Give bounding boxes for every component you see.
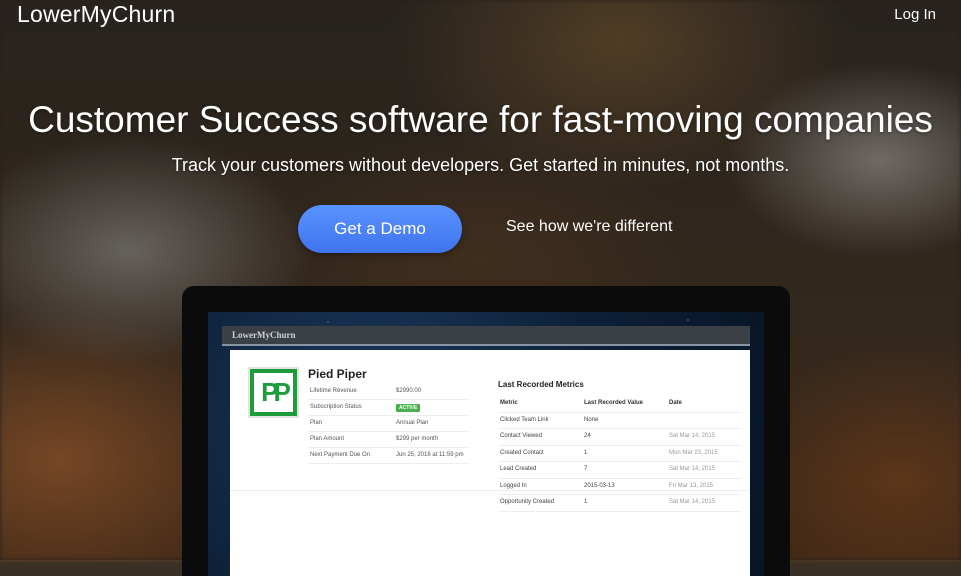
metric-name: Opportunity Created xyxy=(500,499,555,505)
info-value: $2990.00 xyxy=(396,388,422,394)
get-demo-button[interactable]: Get a Demo xyxy=(298,205,462,253)
metric-date: Sat Mar 14, 2015 xyxy=(669,499,716,505)
metric-date: Sat Mar 14, 2015 xyxy=(669,466,716,472)
metric-date: Sat Mar 14, 2015 xyxy=(669,433,716,439)
info-value: Annual Plan xyxy=(396,420,429,426)
app-divider xyxy=(222,344,750,346)
company-name: Pied Piper xyxy=(308,367,367,381)
status-value: ACTIVE xyxy=(396,404,421,412)
table-row: Opportunity Created 1 Sat Mar 14, 2015 xyxy=(498,495,742,512)
info-label: Plan xyxy=(310,420,323,426)
info-row: Plan Annual Plan xyxy=(308,416,470,432)
table-row: Clicked Team Link None xyxy=(498,413,742,429)
login-link[interactable]: Log In xyxy=(894,6,936,23)
metric-value: 2015-03-13 xyxy=(584,482,615,489)
how-different-link[interactable]: See how we're different xyxy=(506,218,672,236)
info-row: Next Payment Due On Jun 25, 2016 at 11:5… xyxy=(308,448,470,464)
hero-title: Customer Success software for fast-movin… xyxy=(28,99,933,140)
metric-name: Logged In xyxy=(500,482,527,489)
info-label: Lifetime Revenue xyxy=(310,388,357,394)
metrics-title: Last Recorded Metrics xyxy=(498,380,584,389)
company-logo: PP xyxy=(248,367,299,418)
laptop-screen: LowerMyChurn PP Pied Piper Lifetime Reve… xyxy=(208,312,764,576)
column-header: Metric xyxy=(500,400,518,406)
metric-date: Fri Mar 13, 2015 xyxy=(669,482,714,489)
laptop-frame: LowerMyChurn PP Pied Piper Lifetime Reve… xyxy=(182,286,790,576)
top-bar: LowerMyChurn Log In xyxy=(0,0,961,34)
metrics-header-row: Metric Last Recorded Value Date xyxy=(498,396,742,413)
app-title-bar: LowerMyChurn xyxy=(222,326,750,344)
table-row: Logged In 2015-03-13 Fri Mar 13, 2015 xyxy=(498,479,742,495)
metric-value: 7 xyxy=(584,466,588,472)
info-row: Lifetime Revenue $2990.00 xyxy=(308,384,470,400)
column-header: Last Recorded Value xyxy=(584,400,644,406)
customer-panel: PP Pied Piper Lifetime Revenue $2990.00 … xyxy=(230,350,750,576)
info-label: Next Payment Due On xyxy=(310,452,371,458)
customer-info-list: Lifetime Revenue $2990.00 Subscription S… xyxy=(308,384,470,464)
metric-name: Created Contact xyxy=(500,449,544,456)
metric-value: 24 xyxy=(584,433,591,439)
metric-date: Mon Mar 23, 2015 xyxy=(669,449,718,456)
info-row: Plan Amount $299 per month xyxy=(308,432,470,448)
metric-value: 1 xyxy=(584,499,588,505)
metric-name: Contact Viewed xyxy=(500,433,542,439)
status-badge: ACTIVE xyxy=(396,404,421,412)
info-value: $299 per month xyxy=(396,436,439,442)
info-label: Subscription Status xyxy=(310,404,362,410)
panel-divider xyxy=(230,490,750,491)
brand-logo[interactable]: LowerMyChurn xyxy=(17,1,175,28)
info-label: Plan Amount xyxy=(310,436,345,442)
metrics-table: Metric Last Recorded Value Date Clicked … xyxy=(498,396,742,512)
table-row: Contact Viewed 24 Sat Mar 14, 2015 xyxy=(498,429,742,446)
column-header: Date xyxy=(669,400,683,406)
hero-subtitle: Track your customers without developers.… xyxy=(171,155,790,175)
table-row: Created Contact 1 Mon Mar 23, 2015 xyxy=(498,446,742,462)
company-logo-text: PP xyxy=(254,373,293,412)
metric-value: 1 xyxy=(584,449,588,456)
metric-name: Lead Created xyxy=(500,466,537,472)
info-row: Subscription Status ACTIVE xyxy=(308,400,470,416)
metric-name: Clicked Team Link xyxy=(500,416,549,423)
info-value: Jun 25, 2016 at 11:59 pm xyxy=(396,452,464,458)
metric-value: None xyxy=(584,416,599,423)
table-row: Lead Created 7 Sat Mar 14, 2015 xyxy=(498,462,742,479)
